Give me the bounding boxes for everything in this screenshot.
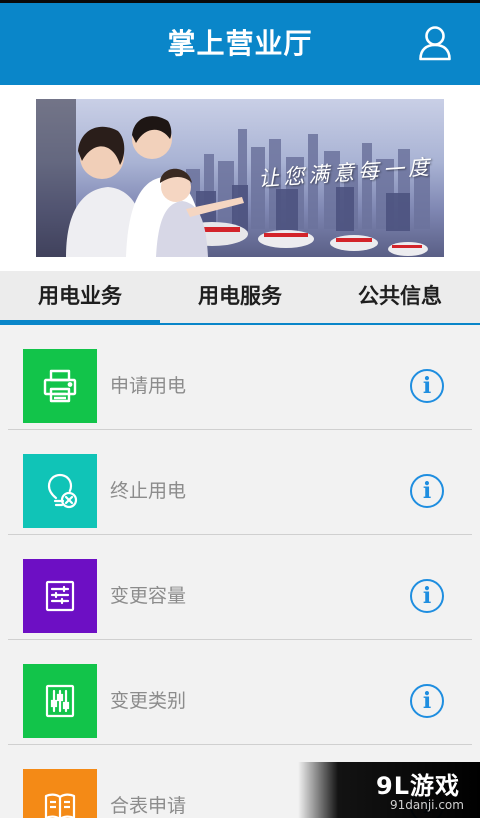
item-label: 合表申请 (110, 795, 187, 817)
category-tabs: 用电业务 用电服务 公共信息 (0, 271, 480, 325)
lightbulb-cancel-icon (47, 473, 78, 509)
site-watermark: 9L游戏 91danji.com (298, 762, 480, 818)
watermark-logo: 9L游戏 (376, 772, 460, 800)
info-icon[interactable]: i (410, 579, 444, 613)
printer-icon (43, 369, 77, 403)
info-icon[interactable]: i (410, 369, 444, 403)
item-label: 终止用电 (110, 480, 187, 502)
item-label: 变更容量 (110, 585, 187, 607)
info-icon[interactable]: i (410, 474, 444, 508)
info-icon[interactable]: i (410, 684, 444, 718)
item-icon-tile (23, 769, 97, 818)
tab-public-info[interactable]: 公共信息 (320, 271, 480, 325)
item-icon-tile (23, 454, 97, 528)
app-header: 掌上营业厅 (0, 3, 480, 85)
tab-electricity-service[interactable]: 用电服务 (160, 271, 320, 325)
list-item-change-capacity[interactable]: 变更容量 i (8, 535, 472, 640)
banner-area: 让您满意每一度 (0, 85, 480, 271)
sliders-icon (45, 684, 75, 718)
user-icon (419, 26, 451, 61)
page-title: 掌上营业厅 (167, 27, 313, 60)
item-label: 申请用电 (110, 375, 187, 397)
item-icon-tile (23, 349, 97, 423)
document-list-icon (45, 580, 75, 612)
list-item-change-category[interactable]: 变更类别 i (8, 640, 472, 745)
service-list: 申请用电 i 终止用电 i 变更容量 i 变更类别 i 合表申请 (0, 325, 480, 818)
item-icon-tile (23, 559, 97, 633)
item-label: 变更类别 (110, 690, 187, 712)
watermark-url: 91danji.com (390, 798, 464, 812)
book-icon (44, 793, 76, 818)
item-icon-tile (23, 664, 97, 738)
promo-banner[interactable]: 让您满意每一度 (36, 99, 444, 257)
list-item-terminate-electricity[interactable]: 终止用电 i (8, 430, 472, 535)
user-profile-button[interactable] (418, 25, 452, 61)
tab-electricity-business[interactable]: 用电业务 (0, 271, 160, 325)
list-item-apply-electricity[interactable]: 申请用电 i (8, 325, 472, 430)
